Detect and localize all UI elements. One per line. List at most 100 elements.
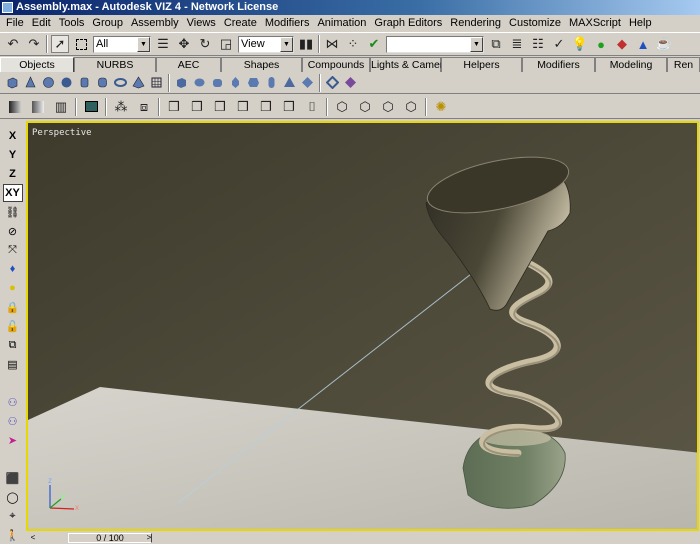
- unlink-icon[interactable]: ⊘: [3, 222, 23, 240]
- named-selection-dropdown[interactable]: ▼: [386, 35, 484, 53]
- layers-stack-icon[interactable]: ▤: [3, 355, 23, 373]
- tab-modeling[interactable]: Modeling: [595, 57, 667, 72]
- chamfer-box-icon[interactable]: [175, 76, 188, 89]
- tab-helpers[interactable]: Helpers: [441, 57, 522, 72]
- menu-create[interactable]: Create: [220, 15, 261, 32]
- menu-group[interactable]: Group: [88, 15, 127, 32]
- menu-maxscript[interactable]: MAXScript: [565, 15, 625, 32]
- reference-coordinate-dropdown[interactable]: View ▼: [238, 35, 294, 53]
- cube-icon[interactable]: ❒: [234, 98, 252, 116]
- tab-rendering[interactable]: Ren: [667, 57, 700, 72]
- menu-tools[interactable]: Tools: [55, 15, 89, 32]
- menu-file[interactable]: File: [2, 15, 28, 32]
- light-bulb-icon[interactable]: 💡: [571, 35, 589, 53]
- schematic-icon[interactable]: ☷: [529, 35, 547, 53]
- sun-icon[interactable]: ✺: [432, 98, 450, 116]
- cylinder-icon[interactable]: [78, 76, 91, 89]
- array-icon[interactable]: ⁘: [344, 35, 362, 53]
- bulb-icon[interactable]: ●: [3, 279, 23, 297]
- move-icon[interactable]: ✥: [175, 35, 193, 53]
- scale-icon[interactable]: ◲: [217, 35, 235, 53]
- capsule-icon[interactable]: [265, 76, 278, 89]
- hierarchy-icon[interactable]: ⚇: [3, 412, 23, 430]
- menu-edit[interactable]: Edit: [28, 15, 55, 32]
- time-prev-button[interactable]: <: [28, 532, 38, 543]
- cone-icon[interactable]: [24, 76, 37, 89]
- time-slider[interactable]: 0 / 100: [68, 533, 152, 543]
- quick-render-icon[interactable]: ▲: [634, 35, 652, 53]
- layers-icon[interactable]: ≣: [508, 35, 526, 53]
- cube-icon[interactable]: ❒: [211, 98, 229, 116]
- prism-icon[interactable]: [283, 76, 296, 89]
- cube-icon[interactable]: ❒: [188, 98, 206, 116]
- axis-xy-button[interactable]: XY: [2, 184, 23, 202]
- cube-icon[interactable]: ❒: [280, 98, 298, 116]
- cylinder-small-icon[interactable]: ⌷: [303, 98, 321, 116]
- hierarchy-icon[interactable]: ⚇: [3, 393, 23, 411]
- pivot-center-icon[interactable]: ▮▮: [297, 35, 315, 53]
- selection-filter-dropdown[interactable]: All ▼: [93, 35, 151, 53]
- group-icon[interactable]: ⧉: [3, 336, 23, 354]
- redo-icon[interactable]: ↷: [25, 35, 43, 53]
- wireframe-view-icon[interactable]: ▥: [52, 98, 70, 116]
- material-editor-icon[interactable]: ●: [592, 35, 610, 53]
- tab-compounds[interactable]: Compounds: [302, 57, 370, 72]
- pyramid-icon[interactable]: [132, 76, 145, 89]
- torus-icon[interactable]: [114, 76, 127, 89]
- viewport-label[interactable]: Perspective: [32, 128, 92, 138]
- mirror-icon[interactable]: ⋈: [323, 35, 341, 53]
- hedra-icon[interactable]: [301, 76, 314, 89]
- undo-icon[interactable]: ↶: [4, 35, 22, 53]
- menu-assembly[interactable]: Assembly: [127, 15, 183, 32]
- tab-modifiers[interactable]: Modifiers: [522, 57, 595, 72]
- material-sphere-icon[interactable]: ⬡: [402, 98, 420, 116]
- bind-icon[interactable]: ⤧: [3, 241, 23, 259]
- axis-y-button[interactable]: Y: [3, 146, 23, 164]
- link-icon[interactable]: ⛓: [3, 203, 23, 221]
- select-by-name-icon[interactable]: ☰: [154, 35, 172, 53]
- cube-icon[interactable]: ❒: [257, 98, 275, 116]
- select-arrow-icon[interactable]: ➚: [51, 35, 69, 53]
- rotate-icon[interactable]: ↻: [196, 35, 214, 53]
- axis-x-button[interactable]: X: [3, 127, 23, 145]
- chamfer-cyl-icon[interactable]: [211, 76, 224, 89]
- render-setup-icon[interactable]: ◆: [613, 35, 631, 53]
- tube-icon[interactable]: [96, 76, 109, 89]
- unlock-icon[interactable]: 🔓: [3, 317, 23, 335]
- edge-level-icon[interactable]: ⧈: [135, 98, 153, 116]
- menu-graph-editors[interactable]: Graph Editors: [370, 15, 446, 32]
- background-icon[interactable]: [82, 98, 100, 116]
- ringwave-icon[interactable]: [326, 76, 339, 89]
- menu-animation[interactable]: Animation: [313, 15, 370, 32]
- box-icon[interactable]: [6, 76, 19, 89]
- material-sphere-icon[interactable]: ⬡: [333, 98, 351, 116]
- light-icon[interactable]: ♦: [3, 260, 23, 278]
- render-teapot-icon[interactable]: ☕: [655, 35, 673, 53]
- smooth-view-icon[interactable]: [29, 98, 47, 116]
- shaded-view-icon[interactable]: [6, 98, 24, 116]
- camera-icon[interactable]: ⬛: [3, 469, 23, 487]
- menu-views[interactable]: Views: [183, 15, 220, 32]
- menu-help[interactable]: Help: [625, 15, 656, 32]
- checkmark-icon[interactable]: ✓: [550, 35, 568, 53]
- tab-lights-cameras[interactable]: Lights & Cameras: [370, 57, 454, 72]
- circle-icon[interactable]: ◯: [3, 488, 23, 506]
- spindle-icon[interactable]: [229, 76, 242, 89]
- region-select-icon[interactable]: [72, 35, 90, 53]
- torus-knot-icon[interactable]: [344, 76, 357, 89]
- axis-z-button[interactable]: Z: [3, 165, 23, 183]
- menu-customize[interactable]: Customize: [505, 15, 565, 32]
- tab-shapes[interactable]: Shapes: [221, 57, 302, 72]
- tab-objects[interactable]: Objects: [0, 57, 74, 72]
- oiltank-icon[interactable]: [193, 76, 206, 89]
- gengon-icon[interactable]: [247, 76, 260, 89]
- tab-aec[interactable]: AEC: [156, 57, 221, 72]
- menu-rendering[interactable]: Rendering: [446, 15, 505, 32]
- lock-icon[interactable]: 🔒: [3, 298, 23, 316]
- time-next-button[interactable]: >: [144, 532, 154, 543]
- pin-icon[interactable]: ⌖: [3, 507, 23, 525]
- material-sphere-icon[interactable]: ⬡: [379, 98, 397, 116]
- plane-icon[interactable]: [150, 76, 163, 89]
- perspective-viewport[interactable]: Perspective z x y: [26, 121, 699, 531]
- vertex-level-icon[interactable]: ⁂: [112, 98, 130, 116]
